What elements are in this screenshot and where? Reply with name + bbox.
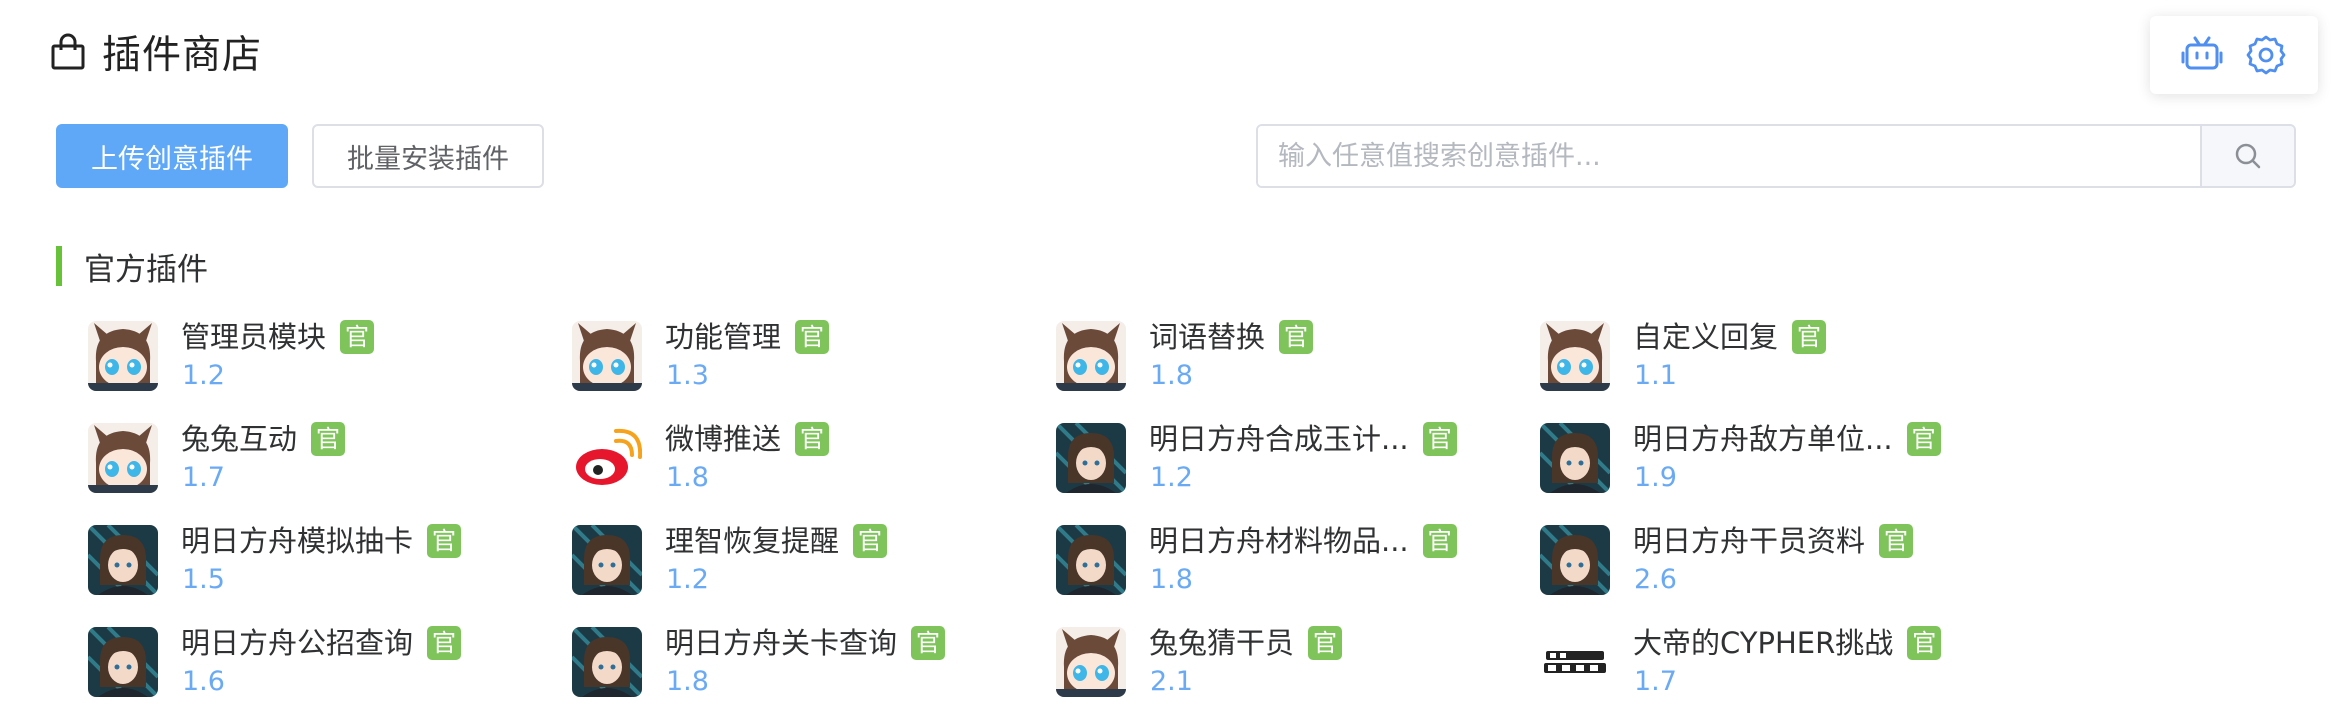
plugin-name: 明日方舟关卡查询: [665, 626, 898, 660]
amiya-chibi-icon: [1540, 321, 1610, 391]
page-header: 插件商店: [50, 24, 262, 80]
plugin-card[interactable]: 明日方舟公招查询官 1.6: [88, 624, 548, 700]
plugin-version: 1.7: [1634, 666, 1677, 697]
plugin-name: 大帝的CYPHER挑战: [1633, 626, 1894, 660]
plugin-name: 兔兔互动: [181, 422, 298, 456]
plugin-name: 理智恢复提醒: [665, 524, 840, 558]
plugin-name: 词语替换: [1149, 320, 1266, 354]
search-button[interactable]: [2200, 126, 2294, 186]
official-badge: 官: [795, 320, 830, 354]
plugin-name: 兔兔猜干员: [1149, 626, 1295, 660]
plugin-search: [1256, 124, 2296, 188]
section-title: 官方插件: [84, 251, 208, 288]
plugin-card[interactable]: 明日方舟合成玉计... 官 1.2: [1056, 420, 1516, 496]
plugin-card[interactable]: 明日方舟干员资料官 2.6: [1540, 522, 2000, 598]
search-icon: [2235, 143, 2261, 169]
plugin-name: 明日方舟干员资料: [1633, 524, 1866, 558]
official-badge: 官: [1792, 320, 1827, 354]
plugin-version: 1.1: [1634, 360, 1677, 391]
official-badge: 官: [853, 524, 888, 558]
cypher-logo-icon: [1540, 627, 1610, 697]
plugin-version: 1.8: [666, 462, 709, 493]
amiya-portrait-icon: [88, 525, 158, 595]
amiya-portrait-icon: [1056, 525, 1126, 595]
plugin-name: 功能管理: [665, 320, 782, 354]
plugin-card[interactable]: 自定义回复官 1.1: [1540, 318, 2000, 394]
official-badge: 官: [1308, 626, 1343, 660]
plugin-name: 明日方舟合成玉计...: [1149, 422, 1409, 456]
plugin-card[interactable]: 兔兔猜干员官 2.1: [1056, 624, 1516, 700]
plugin-name: 自定义回复: [1633, 320, 1779, 354]
official-badge: 官: [1879, 524, 1914, 558]
amiya-chibi-icon: [88, 423, 158, 493]
plugin-version: 1.7: [182, 462, 225, 493]
official-badge: 官: [427, 524, 462, 558]
plugin-version: 1.8: [1150, 360, 1193, 391]
plugin-version: 1.9: [1634, 462, 1677, 493]
plugin-card[interactable]: 功能管理官 1.3: [572, 318, 1032, 394]
official-badge: 官: [795, 422, 830, 456]
official-badge: 官: [1279, 320, 1314, 354]
plugin-version: 1.3: [666, 360, 709, 391]
plugin-card[interactable]: 兔兔互动官 1.7: [88, 420, 548, 496]
official-badge: 官: [1422, 524, 1457, 558]
amiya-portrait-icon: [572, 525, 642, 595]
amiya-chibi-icon: [572, 321, 642, 391]
plugin-version: 2.6: [1634, 564, 1677, 595]
plugin-card[interactable]: 理智恢复提醒官 1.2: [572, 522, 1032, 598]
plugin-version: 1.8: [666, 666, 709, 697]
plugin-card[interactable]: 明日方舟关卡查询官 1.8: [572, 624, 1032, 700]
weibo-logo-icon: [572, 423, 642, 493]
robot-icon[interactable]: [2181, 34, 2223, 76]
amiya-chibi-icon: [1056, 627, 1126, 697]
plugin-name: 管理员模块: [181, 320, 327, 354]
shopping-bag-icon: [51, 33, 85, 70]
official-badge: 官: [911, 626, 946, 660]
plugin-card[interactable]: 微博推送官 1.8: [572, 420, 1032, 496]
plugin-card[interactable]: 大帝的CYPHER挑战官 1.7: [1540, 624, 2000, 700]
plugin-name: 明日方舟材料物品...: [1149, 524, 1409, 558]
plugin-name: 明日方舟公招查询: [181, 626, 414, 660]
amiya-chibi-icon: [88, 321, 158, 391]
plugin-card[interactable]: 明日方舟材料物品... 官 1.8: [1056, 522, 1516, 598]
plugin-version: 1.2: [666, 564, 709, 595]
plugin-name: 明日方舟敌方单位...: [1633, 422, 1893, 456]
plugin-card[interactable]: 明日方舟敌方单位... 官 1.9: [1540, 420, 2000, 496]
batch-install-button[interactable]: 批量安装插件: [312, 124, 544, 188]
official-plugins-section: 官方插件: [56, 246, 208, 288]
gear-icon[interactable]: [2245, 34, 2287, 76]
official-badge: 官: [1907, 626, 1942, 660]
upload-plugin-button[interactable]: 上传创意插件: [56, 124, 288, 188]
page-title: 插件商店: [102, 33, 263, 78]
plugin-version: 1.2: [182, 360, 225, 391]
plugin-card[interactable]: 明日方舟模拟抽卡官 1.5: [88, 522, 548, 598]
section-accent-bar: [56, 246, 62, 286]
official-badge: 官: [311, 422, 346, 456]
amiya-portrait-icon: [1540, 423, 1610, 493]
plugin-name: 明日方舟模拟抽卡: [181, 524, 414, 558]
plugin-version: 2.1: [1150, 666, 1193, 697]
floating-tool-panel: [2150, 16, 2318, 94]
plugin-name: 微博推送: [665, 422, 782, 456]
plugin-version: 1.6: [182, 666, 225, 697]
amiya-chibi-icon: [1056, 321, 1126, 391]
plugin-card[interactable]: 词语替换官 1.8: [1056, 318, 1516, 394]
plugin-card[interactable]: 管理员模块官 1.2: [88, 318, 548, 394]
plugin-version: 1.5: [182, 564, 225, 595]
search-input[interactable]: [1258, 126, 2200, 186]
amiya-portrait-icon: [88, 627, 158, 697]
amiya-portrait-icon: [1540, 525, 1610, 595]
official-badge: 官: [1906, 422, 1941, 456]
amiya-portrait-icon: [1056, 423, 1126, 493]
official-badge: 官: [427, 626, 462, 660]
official-badge: 官: [1422, 422, 1457, 456]
amiya-portrait-icon: [572, 627, 642, 697]
plugin-version: 1.2: [1150, 462, 1193, 493]
official-badge: 官: [340, 320, 375, 354]
plugin-version: 1.8: [1150, 564, 1193, 595]
